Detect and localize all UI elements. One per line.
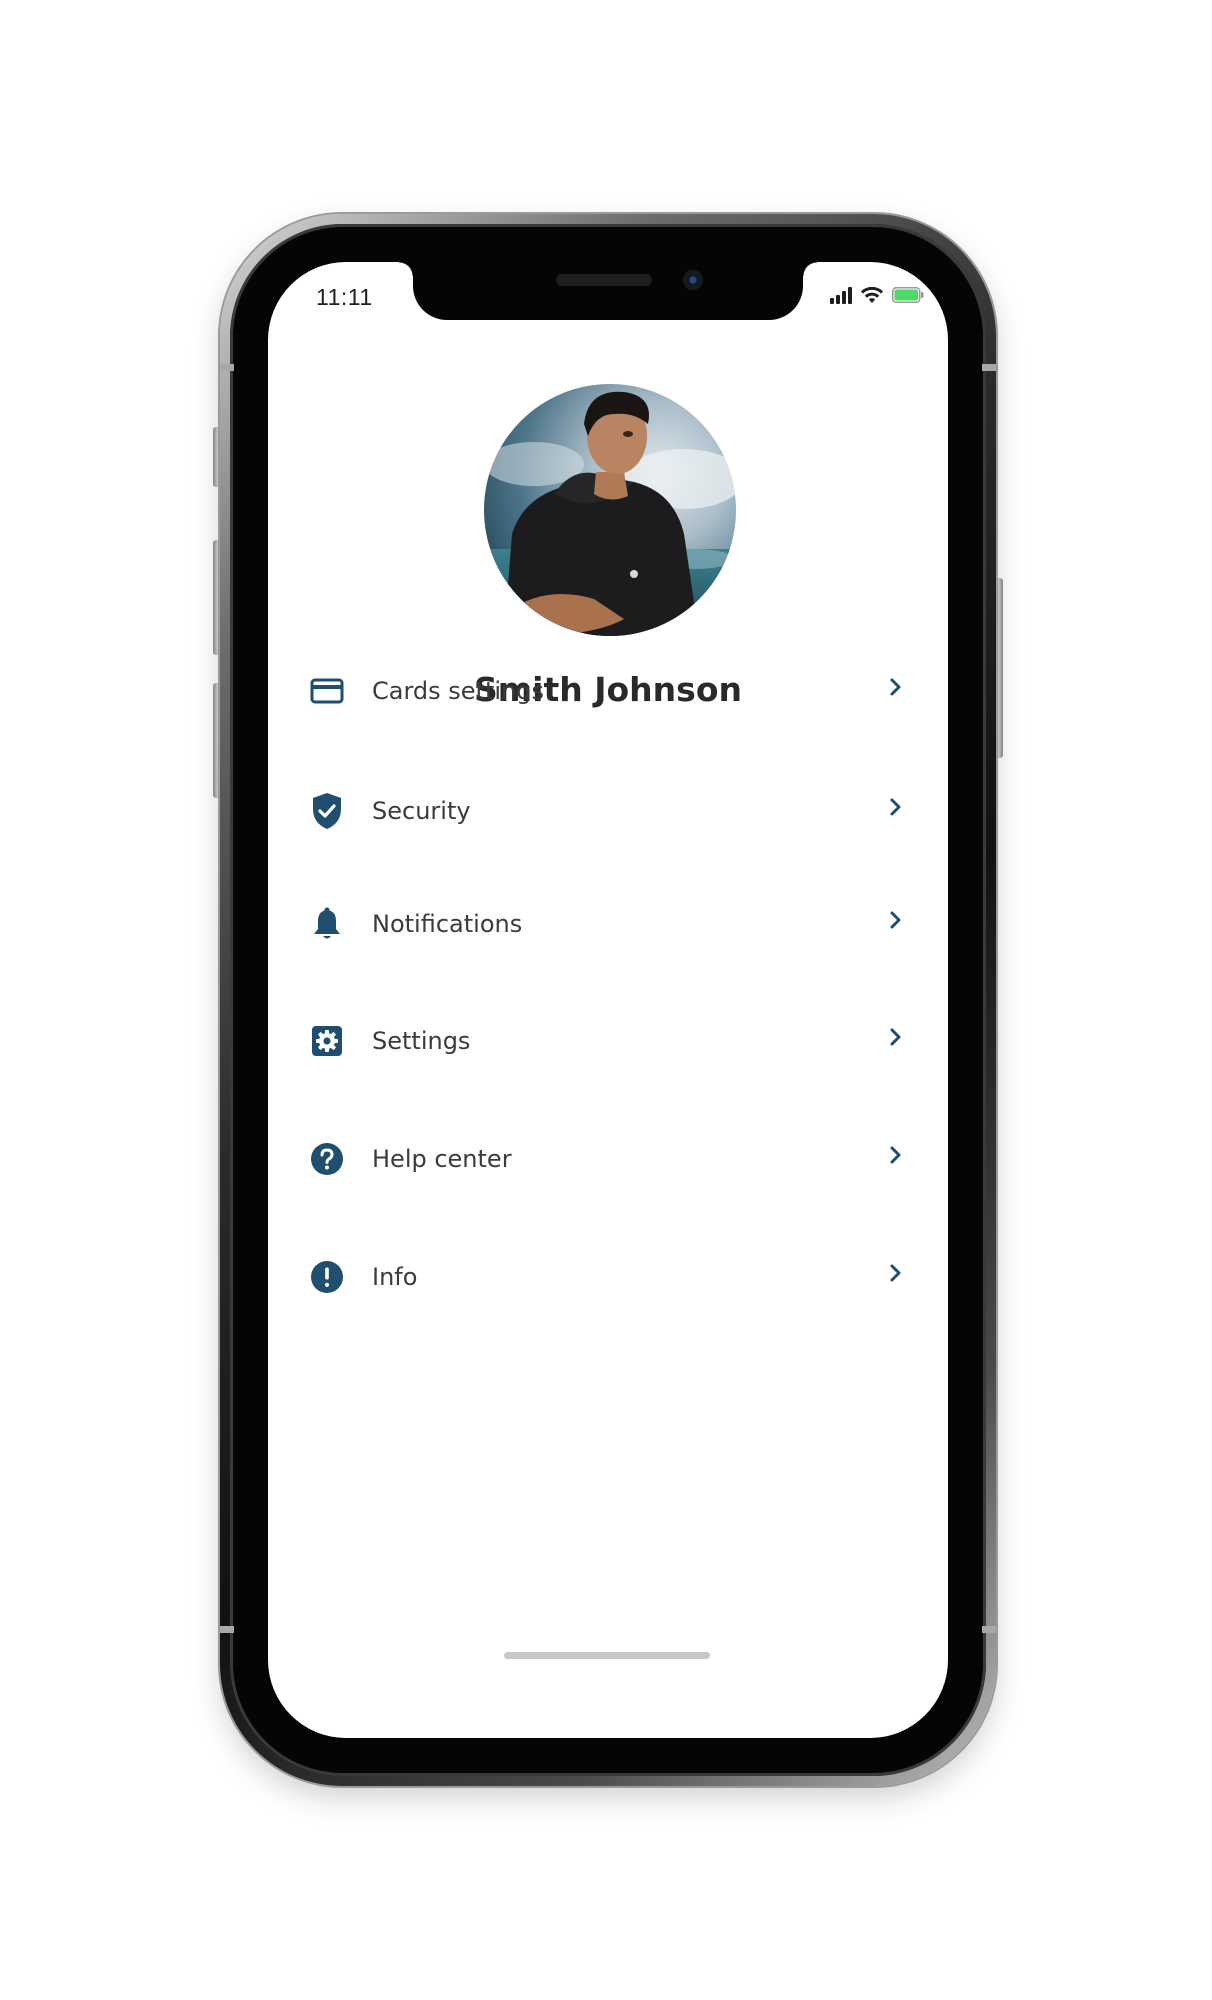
antenna-band <box>220 364 234 371</box>
profile-avatar[interactable] <box>484 384 736 636</box>
notch <box>399 262 817 320</box>
chevron-right-icon <box>884 906 908 934</box>
menu-item-label: Info <box>372 1263 418 1291</box>
phone-screen: 11:11 Smith Johnson Cards settings Secur… <box>268 262 948 1738</box>
home-indicator[interactable] <box>504 1652 710 1659</box>
menu-item-cards-settings[interactable]: Cards settings <box>308 656 908 726</box>
menu-item-label: Help center <box>372 1145 512 1173</box>
bell-icon <box>308 905 346 943</box>
menu-item-label: Notifications <box>372 910 523 938</box>
menu-item-notifications[interactable]: Notifications <box>308 889 908 959</box>
wifi-icon <box>860 286 884 304</box>
menu-item-label: Security <box>372 797 471 825</box>
menu-item-help-center[interactable]: Help center <box>308 1124 908 1194</box>
question-circle-icon <box>308 1140 346 1178</box>
chevron-right-icon <box>884 1259 908 1287</box>
earpiece-speaker <box>556 274 652 286</box>
menu-item-info[interactable]: Info <box>308 1242 908 1312</box>
menu-item-label: Settings <box>372 1027 471 1055</box>
menu-item-settings[interactable]: Settings <box>308 1006 908 1076</box>
mockup-stage: 11:11 Smith Johnson Cards settings Secur… <box>0 0 1212 2000</box>
antenna-band <box>220 1626 234 1633</box>
chevron-right-icon <box>884 1141 908 1169</box>
status-icons <box>830 286 924 304</box>
chevron-right-icon <box>884 673 908 701</box>
exclamation-circle-icon <box>308 1258 346 1296</box>
avatar-photo <box>484 384 736 636</box>
menu-item-security[interactable]: Security <box>308 776 908 846</box>
chevron-right-icon <box>884 1023 908 1051</box>
antenna-band <box>982 1626 996 1633</box>
status-time: 11:11 <box>316 284 373 310</box>
credit-card-icon <box>308 672 346 710</box>
chevron-right-icon <box>884 793 908 821</box>
antenna-band <box>982 364 996 371</box>
battery-icon <box>892 287 924 303</box>
front-camera <box>683 270 703 290</box>
menu-item-label: Cards settings <box>372 677 544 705</box>
shield-check-icon <box>308 792 346 830</box>
gear-icon <box>308 1022 346 1060</box>
cellular-signal-icon <box>830 286 852 304</box>
